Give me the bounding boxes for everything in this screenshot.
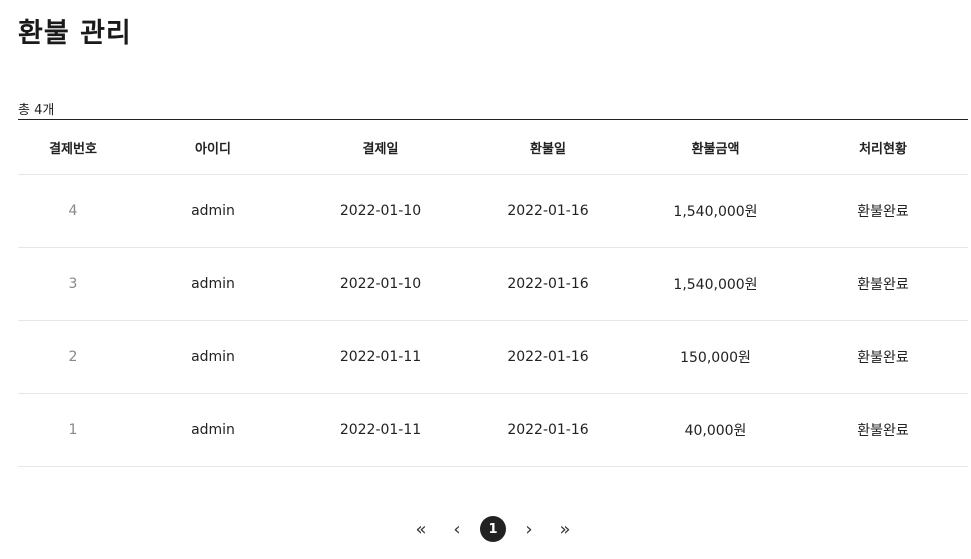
status-cell: 환불완료 <box>798 247 968 321</box>
pagination: « ‹ 1 › » <box>0 516 971 542</box>
first-page-icon[interactable]: « <box>408 516 434 542</box>
total-count: 총 4개 <box>18 103 55 118</box>
refund-table: 결제번호 아이디 결제일 환불일 환불금액 처리현황 4 admin 2022-… <box>18 120 968 467</box>
refund-amount-cell: 150,000원 <box>633 320 798 394</box>
refund-amount-cell: 40,000원 <box>633 393 798 467</box>
status-cell: 환불완료 <box>798 174 968 248</box>
payment-no-cell: 4 <box>18 174 128 248</box>
page-title: 환불 관리 <box>18 18 132 49</box>
column-header-refund-date: 환불일 <box>463 120 633 175</box>
status-cell: 환불완료 <box>798 393 968 467</box>
column-header-status: 처리현황 <box>798 120 968 175</box>
last-page-icon[interactable]: » <box>552 516 578 542</box>
payment-no-cell: 3 <box>18 247 128 321</box>
column-header-refund-amount: 환불금액 <box>633 120 798 175</box>
user-id-cell: admin <box>128 320 298 394</box>
table-row[interactable]: 2 admin 2022-01-11 2022-01-16 150,000원 환… <box>18 320 968 394</box>
refund-date-cell: 2022-01-16 <box>463 174 633 248</box>
column-header-payment-date: 결제일 <box>298 120 463 175</box>
refund-date-cell: 2022-01-16 <box>463 247 633 321</box>
payment-date-cell: 2022-01-11 <box>298 393 463 467</box>
table-row[interactable]: 3 admin 2022-01-10 2022-01-16 1,540,000원… <box>18 247 968 321</box>
payment-date-cell: 2022-01-10 <box>298 247 463 321</box>
refund-date-cell: 2022-01-16 <box>463 320 633 394</box>
next-page-icon[interactable]: › <box>516 516 542 542</box>
status-cell: 환불완료 <box>798 320 968 394</box>
user-id-cell: admin <box>128 174 298 248</box>
payment-date-cell: 2022-01-10 <box>298 174 463 248</box>
user-id-cell: admin <box>128 247 298 321</box>
table-row[interactable]: 4 admin 2022-01-10 2022-01-16 1,540,000원… <box>18 174 968 248</box>
payment-date-cell: 2022-01-11 <box>298 320 463 394</box>
payment-no-cell: 2 <box>18 320 128 394</box>
refund-amount-cell: 1,540,000원 <box>633 174 798 248</box>
refund-table-container: 결제번호 아이디 결제일 환불일 환불금액 처리현황 4 admin 2022-… <box>18 119 968 467</box>
column-header-user-id: 아이디 <box>128 120 298 175</box>
prev-page-icon[interactable]: ‹ <box>444 516 470 542</box>
column-header-payment-no: 결제번호 <box>18 120 128 175</box>
refund-amount-cell: 1,540,000원 <box>633 247 798 321</box>
payment-no-cell: 1 <box>18 393 128 467</box>
table-header-row: 결제번호 아이디 결제일 환불일 환불금액 처리현황 <box>18 120 968 175</box>
user-id-cell: admin <box>128 393 298 467</box>
refund-date-cell: 2022-01-16 <box>463 393 633 467</box>
table-row[interactable]: 1 admin 2022-01-11 2022-01-16 40,000원 환불… <box>18 393 968 467</box>
current-page-button[interactable]: 1 <box>480 516 506 542</box>
